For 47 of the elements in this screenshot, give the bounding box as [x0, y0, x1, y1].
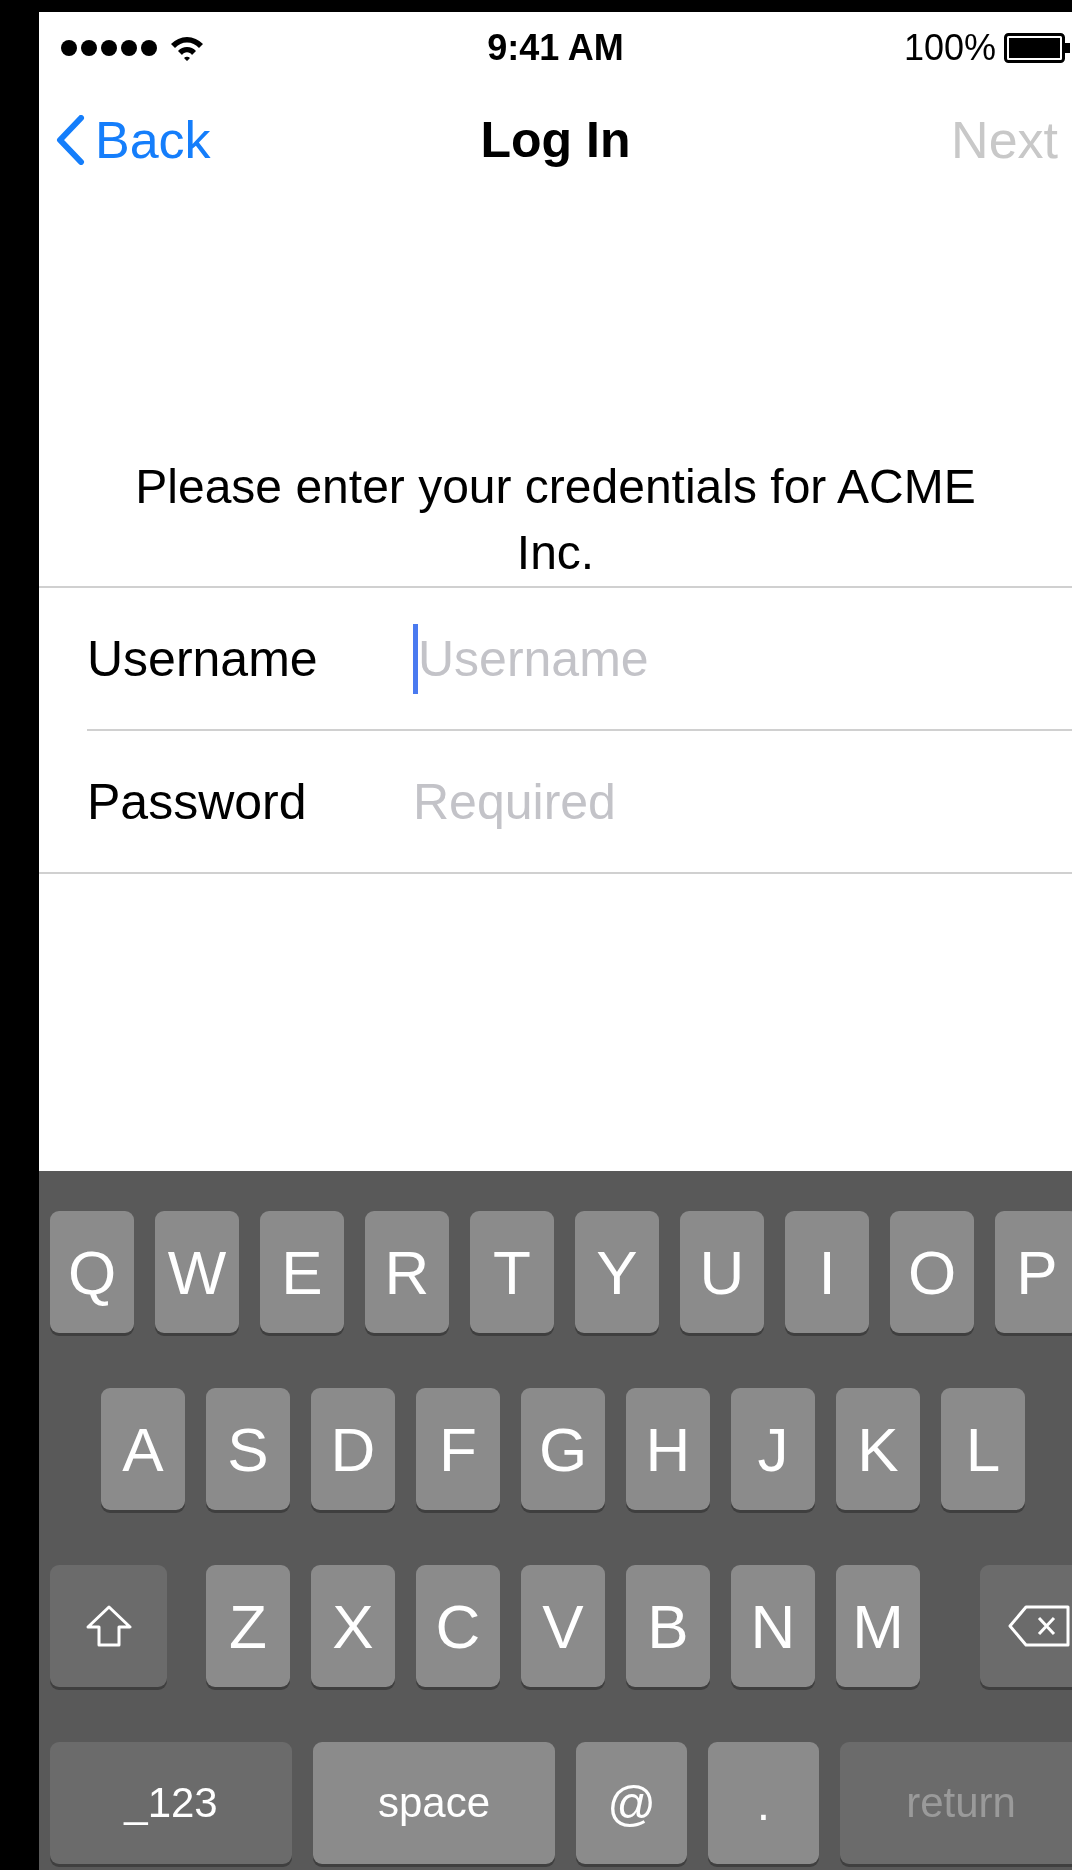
delete-key[interactable]: [980, 1565, 1072, 1687]
letter-key[interactable]: C: [416, 1565, 500, 1687]
letter-key[interactable]: U: [680, 1211, 764, 1333]
letter-key[interactable]: O: [890, 1211, 974, 1333]
battery-percent: 100%: [903, 27, 996, 69]
back-button[interactable]: Back: [55, 110, 211, 170]
input-field[interactable]: Username: [418, 629, 1018, 688]
letter-key[interactable]: A: [101, 1388, 185, 1510]
letter-key[interactable]: Y: [575, 1211, 659, 1333]
input-field[interactable]: Required: [413, 772, 1013, 831]
letter-key[interactable]: F: [416, 1388, 500, 1510]
battery-icon: [1004, 33, 1072, 63]
letter-key[interactable]: G: [521, 1388, 605, 1510]
letter-key[interactable]: B: [626, 1565, 710, 1687]
letter-key[interactable]: I: [785, 1211, 869, 1333]
chevron-left-icon: [55, 115, 85, 165]
shift-key[interactable]: [50, 1565, 167, 1687]
letter-key[interactable]: K: [836, 1388, 920, 1510]
letter-key[interactable]: M: [836, 1565, 920, 1687]
field-label: Password: [87, 772, 308, 831]
letter-key[interactable]: D: [311, 1388, 395, 1510]
letter-key[interactable]: R: [365, 1211, 449, 1333]
letter-key[interactable]: Q: [50, 1211, 134, 1333]
shift-arrow-icon: [85, 1605, 132, 1647]
letter-key[interactable]: W: [155, 1211, 239, 1333]
letter-key[interactable]: P: [995, 1211, 1072, 1333]
symbol-key[interactable]: @: [576, 1742, 687, 1864]
signal-dots-icon: [59, 38, 159, 58]
instruction-text: Please enter your credentials for ACME Inc.: [134, 459, 977, 581]
status-time: 9:41 AM: [487, 27, 624, 69]
letter-key[interactable]: S: [206, 1388, 290, 1510]
field-label: Username: [87, 629, 319, 688]
backspace-icon: [1007, 1605, 1070, 1647]
letter-key[interactable]: N: [731, 1565, 815, 1687]
numbers-key[interactable]: _123: [50, 1742, 292, 1864]
letter-key[interactable]: E: [260, 1211, 344, 1333]
nav-title: Log In: [480, 111, 631, 169]
wifi-icon: [169, 34, 205, 62]
space-key[interactable]: space: [313, 1742, 555, 1864]
letter-key[interactable]: X: [311, 1565, 395, 1687]
letter-key[interactable]: V: [521, 1565, 605, 1687]
letter-key[interactable]: H: [626, 1388, 710, 1510]
letter-key[interactable]: Z: [206, 1565, 290, 1687]
letter-key[interactable]: T: [470, 1211, 554, 1333]
letter-key[interactable]: J: [731, 1388, 815, 1510]
symbol-key[interactable]: .: [708, 1742, 819, 1864]
letter-key[interactable]: L: [941, 1388, 1025, 1510]
